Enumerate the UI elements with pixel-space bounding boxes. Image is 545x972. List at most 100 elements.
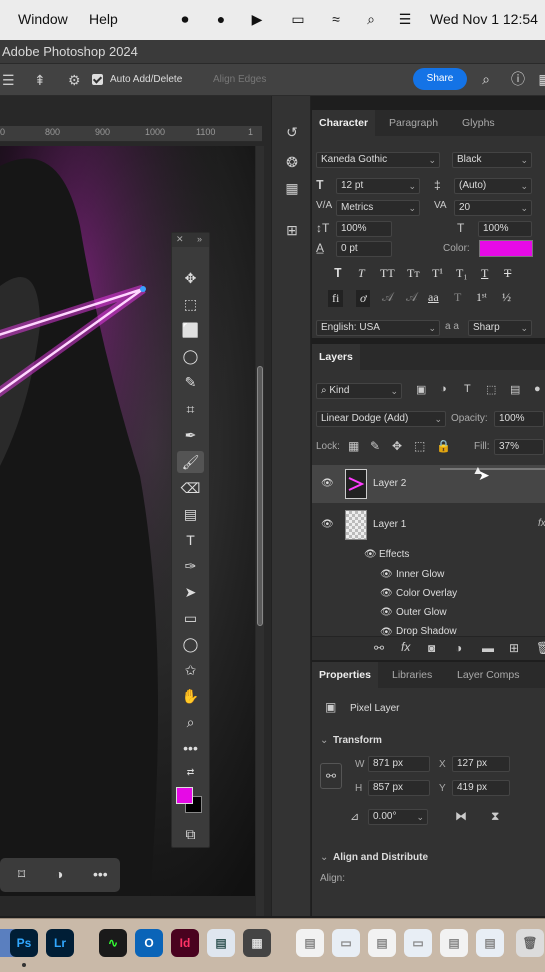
more-tools-icon[interactable]: ••• — [177, 737, 204, 759]
play-icon[interactable]: ▶ — [248, 10, 266, 28]
old-style-icon[interactable]: ơ — [356, 290, 371, 307]
layer-row-layer-2[interactable]: 👁 Layer 2 ▲ ➤ — [312, 463, 545, 503]
language-select[interactable]: English: USA ⌄ — [316, 320, 440, 336]
blend-mode-select[interactable]: Linear Dodge (Add) ⌄ — [316, 411, 446, 427]
menu-window[interactable]: Window — [18, 11, 68, 27]
font-family-select[interactable]: Kaneda Gothic ⌄ — [316, 152, 440, 168]
move-tool-icon[interactable]: ✥ — [177, 267, 204, 289]
effect-inner-glow[interactable]: Inner Glow — [396, 569, 444, 580]
close-icon[interactable]: ✕ — [176, 234, 184, 245]
vertical-scrollbar[interactable] — [256, 146, 264, 916]
tools-panel-header[interactable]: ✕» — [172, 233, 209, 247]
activity-monitor-icon[interactable]: ∿ — [99, 929, 127, 957]
tab-libraries[interactable]: Libraries — [392, 662, 432, 688]
more-icon[interactable]: ••• — [93, 866, 108, 882]
outlook-icon[interactable]: O — [135, 929, 163, 957]
document-icon[interactable]: ▤ — [296, 929, 324, 957]
align-edges-label[interactable]: Align Edges — [213, 74, 266, 85]
adjustment-layer-icon[interactable]: ◑ — [455, 641, 462, 655]
font-style-select[interactable]: Black ⌄ — [452, 152, 532, 168]
rectangle-tool-icon[interactable]: ▭ — [177, 607, 204, 629]
tab-character[interactable]: Character — [312, 110, 376, 136]
menu-help[interactable]: Help — [89, 11, 118, 27]
workspace-icon[interactable]: ▦ — [536, 70, 545, 88]
gear-icon[interactable]: ⚙ — [68, 72, 81, 89]
antialias-select[interactable]: Sharp ⌄ — [468, 320, 532, 336]
custom-shape-tool-icon[interactable]: ✩ — [177, 659, 204, 681]
document-icon[interactable]: ▤ — [440, 929, 468, 957]
chevron-down-icon[interactable]: ⌄ — [320, 735, 328, 746]
text-color-swatch[interactable] — [479, 240, 533, 257]
transform-section-title[interactable]: Transform — [333, 735, 382, 746]
quick-select-tool-icon[interactable]: ✎ — [177, 371, 204, 393]
document-icon[interactable]: ▭ — [404, 929, 432, 957]
lock-pixels-icon[interactable]: ✎ — [370, 439, 380, 453]
visibility-eye-icon[interactable]: 👁 — [321, 478, 334, 489]
width-field[interactable]: 871 px — [368, 756, 430, 772]
layer-row-layer-1[interactable]: 👁 Layer 1 fx — [312, 506, 545, 544]
small-caps-icon[interactable]: Tт — [407, 266, 420, 281]
control-center-icon[interactable]: ☰ — [396, 10, 414, 28]
ellipse-tool-icon[interactable]: ◯ — [177, 633, 204, 655]
effect-outer-glow[interactable]: Outer Glow — [396, 607, 447, 618]
eraser-tool-icon[interactable]: ⌫ — [177, 477, 204, 499]
document-icon[interactable]: ▤ — [368, 929, 396, 957]
flip-vertical-icon[interactable]: ⧗ — [491, 809, 499, 824]
swap-colors-icon[interactable]: ⇄ — [177, 761, 204, 783]
mask-icon[interactable]: ◑ — [55, 866, 63, 882]
auto-add-delete-checkbox[interactable] — [92, 74, 103, 85]
share-button[interactable]: Share — [413, 68, 467, 90]
lightroom-app-icon[interactable]: Lr — [46, 929, 74, 957]
preview-icon[interactable]: ▤ — [207, 929, 235, 957]
link-layers-icon[interactable]: ⚯ — [374, 641, 384, 655]
filter-adjustment-icon[interactable]: ◑ — [440, 383, 447, 395]
lock-artboard-icon[interactable]: ⬚ — [414, 439, 425, 453]
calculator-icon[interactable]: ▦ — [243, 929, 271, 957]
fractions-icon[interactable]: ½ — [502, 290, 511, 305]
grid-icon[interactable]: ⊞ — [282, 222, 302, 242]
gradient-tool-icon[interactable]: ▤ — [177, 503, 204, 525]
faux-italic-icon[interactable]: T — [358, 266, 365, 281]
record-icon[interactable]: ⏺ — [176, 10, 194, 28]
eyedropper-tool-icon[interactable]: ✒ — [177, 424, 204, 446]
effects-eye-icon[interactable]: 👁 — [364, 549, 377, 560]
filter-smart-object-icon[interactable]: ▤ — [510, 383, 520, 396]
new-layer-icon[interactable]: ⊞ — [509, 641, 519, 655]
tab-paragraph[interactable]: Paragraph — [389, 110, 438, 136]
strikethrough-icon[interactable]: T — [504, 266, 511, 281]
layer-filter-select[interactable]: ⌕ Kind ⌄ — [316, 383, 402, 399]
effect-eye-icon[interactable]: 👁 — [380, 569, 393, 580]
group-icon[interactable]: ▬ — [482, 641, 494, 655]
user-icon[interactable]: ● — [212, 10, 230, 28]
brush-tool-icon[interactable]: 🖌 — [177, 451, 204, 473]
type-tool-icon[interactable]: T — [177, 529, 204, 551]
clock[interactable]: Wed Nov 1 12:54 — [430, 11, 538, 27]
trash-icon[interactable]: 🗑 — [516, 929, 544, 957]
superscript-icon[interactable]: T¹ — [432, 266, 443, 281]
hand-tool-icon[interactable]: ✋ — [177, 685, 204, 707]
fill-field[interactable]: 37% — [494, 439, 544, 455]
filter-type-icon[interactable]: T — [464, 383, 471, 395]
add-mask-icon[interactable]: ◙ — [428, 641, 435, 655]
effect-color-overlay[interactable]: Color Overlay — [396, 588, 457, 599]
font-size-field[interactable]: 12 pt ⌄ — [336, 178, 420, 194]
wifi-icon[interactable]: ≈ — [327, 10, 345, 28]
link-dimensions-icon[interactable]: ⚯ — [320, 763, 342, 789]
filter-toggle-icon[interactable]: ● — [534, 383, 541, 395]
filter-shape-icon[interactable]: ⬚ — [486, 383, 496, 396]
kerning-field[interactable]: Metrics ⌄ — [336, 200, 420, 216]
indesign-app-icon[interactable]: Id — [171, 929, 199, 957]
tab-layer-comps[interactable]: Layer Comps — [457, 662, 519, 688]
image-canvas[interactable] — [0, 146, 255, 896]
baseline-shift-field[interactable]: 0 pt — [336, 241, 392, 257]
layer-name[interactable]: Layer 1 — [373, 519, 406, 530]
expand-icon[interactable]: » — [197, 234, 202, 244]
history-icon[interactable]: ↺ — [282, 124, 302, 144]
path-select-tool-icon[interactable]: ➤ — [177, 581, 204, 603]
titling-alternates-icon[interactable]: aa — [428, 290, 439, 305]
transform-icon[interactable]: ⌑ — [18, 866, 25, 883]
photoshop-app-icon[interactable]: Ps — [10, 929, 38, 957]
swatches-icon[interactable]: ▦ — [282, 180, 302, 200]
fx-badge[interactable]: fx — [538, 518, 545, 529]
delete-layer-icon[interactable]: 🗑 — [536, 641, 545, 655]
